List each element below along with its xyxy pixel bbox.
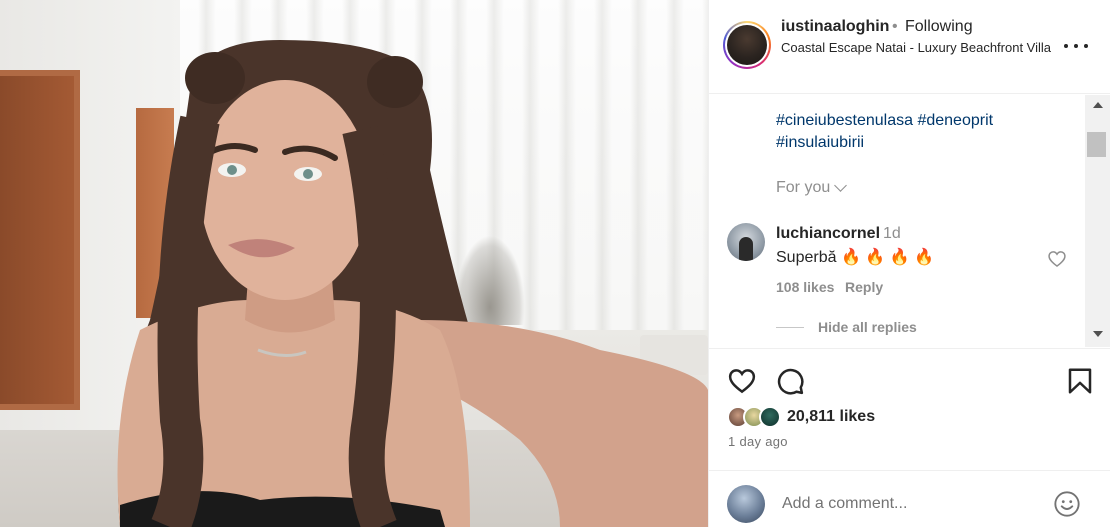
post-details-panel: iustinaaloghin • Following Coastal Escap…	[708, 0, 1110, 527]
comments-list[interactable]: #cineiubestenulasa #deneoprit #insulaiub…	[709, 95, 1085, 347]
commenter-avatar[interactable]	[727, 223, 765, 261]
comment-item: luchiancornel 1d Superbă 🔥 🔥 🔥 🔥 108 lik…	[709, 221, 1085, 301]
author-avatar-border	[725, 23, 769, 67]
header-separator: •	[892, 18, 898, 35]
caption-hashtags: #cineiubestenulasa #deneoprit #insulaiub…	[776, 110, 1076, 154]
scroll-up-arrow-icon[interactable]	[1093, 102, 1103, 108]
hide-replies-label: Hide all replies	[818, 319, 917, 335]
more-horizontal-icon[interactable]	[1064, 34, 1088, 58]
more-dot	[1064, 44, 1068, 48]
comment-likes-count[interactable]: 108 likes	[776, 279, 834, 295]
comment-input[interactable]	[782, 491, 1032, 517]
scrollbar-thumb[interactable]	[1087, 132, 1106, 157]
more-dot	[1074, 44, 1078, 48]
chevron-down-icon	[834, 179, 848, 192]
post-header: iustinaaloghin • Following Coastal Escap…	[709, 0, 1110, 94]
hashtag-link[interactable]: #cineiubestenulasa	[776, 112, 913, 129]
hashtag-link[interactable]: #deneoprit	[917, 112, 993, 129]
post-actions: 20,811 likes 1 day ago	[709, 348, 1110, 458]
reply-button[interactable]: Reply	[845, 279, 883, 295]
bookmark-icon[interactable]	[1065, 366, 1095, 396]
comment-icon[interactable]	[775, 366, 805, 396]
commenter-username[interactable]: luchiancornel	[776, 225, 880, 243]
comment-text: Superbă 🔥 🔥 🔥 🔥	[776, 249, 934, 266]
comment-like-heart-icon[interactable]	[1047, 249, 1067, 269]
post-photo[interactable]	[0, 0, 708, 527]
scroll-down-arrow-icon[interactable]	[1093, 331, 1103, 337]
hide-replies-button[interactable]: Hide all replies	[776, 319, 917, 335]
comment-composer	[709, 470, 1110, 527]
likes-summary[interactable]: 20,811 likes	[727, 404, 875, 430]
post-location[interactable]: Coastal Escape Natai - Luxury Beachfront…	[781, 38, 1051, 58]
likes-count[interactable]: 20,811 likes	[787, 408, 875, 426]
post-timestamp[interactable]: 1 day ago	[728, 434, 788, 449]
liker-avatar	[759, 406, 781, 428]
more-dot	[1084, 44, 1088, 48]
comment-sort-dropdown[interactable]: For you	[776, 179, 848, 197]
heart-icon[interactable]	[727, 366, 757, 396]
photo-subject	[117, 40, 708, 527]
following-button[interactable]: Following	[905, 18, 973, 36]
hashtag-link[interactable]: #insulaiubirii	[776, 134, 864, 151]
comment-sort-label: For you	[776, 179, 831, 196]
author-avatar[interactable]	[723, 21, 771, 69]
current-user-avatar	[727, 485, 765, 523]
comment-timestamp[interactable]: 1d	[883, 225, 901, 243]
replies-divider	[776, 326, 804, 328]
emoji-icon[interactable]	[1053, 490, 1081, 518]
comments-scrollbar[interactable]	[1085, 95, 1110, 347]
author-username[interactable]: iustinaaloghin	[781, 18, 889, 36]
author-avatar-image	[727, 25, 767, 65]
